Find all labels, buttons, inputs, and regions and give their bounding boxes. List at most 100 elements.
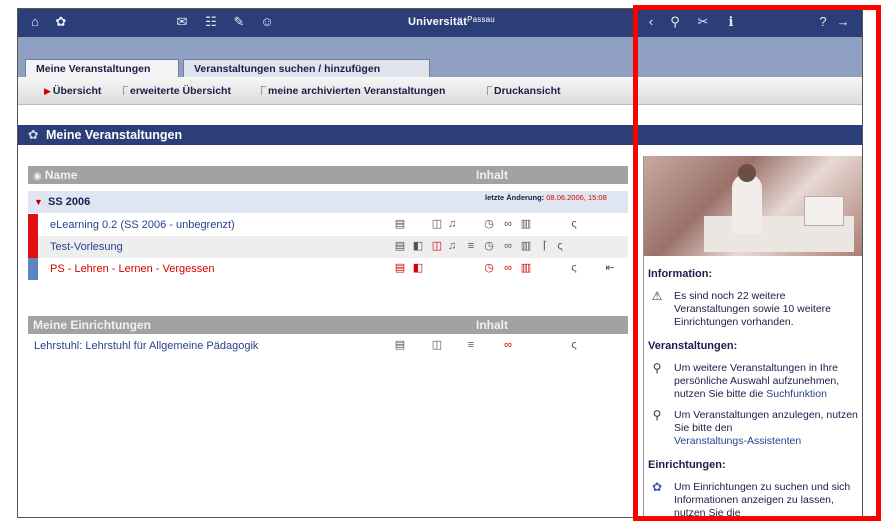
course-link[interactable]: PS - Lehren - Lernen - Vergessen	[50, 263, 214, 275]
course-color-bar	[28, 236, 38, 258]
subnav-overview-label: Übersicht	[52, 85, 102, 97]
subnav-print-view[interactable]: Druckansicht	[487, 85, 561, 97]
app-title-main: Universität	[408, 16, 468, 28]
news-icon[interactable]: ◫	[431, 218, 443, 230]
participants-icon[interactable]: ∞	[502, 339, 514, 351]
app-title-sub: Passau	[467, 15, 495, 24]
column-header-institutions: Meine Einrichtungen	[33, 318, 152, 332]
document-icon[interactable]: ▤	[394, 339, 406, 351]
table-row: Lehrstuhl: Lehrstuhl für Allgemeine Päda…	[28, 335, 628, 357]
photo-person	[732, 174, 762, 234]
courses-table-header: ◉ Name Inhalt	[28, 166, 628, 184]
information-text: Es sind noch 22 weitere Veranstaltungen …	[674, 290, 832, 328]
page-icon	[487, 86, 492, 95]
table-row: Test-Vorlesung ▤ ◧ ◫ ♫ ≡ ◷ ∞ ▥ ⌈ ς	[28, 236, 628, 258]
top-toolbar: ⌂ ✿ ✉ ☷ ✎ ☺ UniversitätPassau ‹ ⚲ ✂ ℹ ? …	[18, 9, 862, 37]
sort-icon[interactable]: ◉	[33, 171, 42, 182]
list-icon[interactable]: ≡	[465, 240, 477, 252]
course-assistant-link[interactable]: Veranstaltungs-Assistenten	[674, 435, 801, 447]
course-link[interactable]: Test-Vorlesung	[50, 241, 123, 253]
literature-icon[interactable]: ⌈	[539, 240, 551, 252]
column-header-name[interactable]: Name	[45, 168, 78, 182]
institutions-text: Um Einrichtungen zu suchen und sich Info…	[674, 481, 851, 518]
table-row: eLearning 0.2 (SS 2006 - unbegrenzt) ▤ ◫…	[28, 214, 628, 236]
courses-icon: ✿	[28, 128, 39, 142]
photo-head	[738, 164, 756, 182]
sidebar-information-item: ⚠ Es sind noch 22 weitere Veranstaltunge…	[648, 290, 862, 330]
more-icon[interactable]: ς	[568, 262, 580, 274]
table-row: PS - Lehren - Lernen - Vergessen ▤ ◧ ◷ ∞…	[28, 258, 628, 280]
more-icon[interactable]: ς	[568, 218, 580, 230]
course-link[interactable]: eLearning 0.2 (SS 2006 - unbegrenzt)	[50, 219, 235, 231]
sidebar-heading-institutions: Einrichtungen:	[648, 459, 726, 471]
browser-frame: ⌂ ✿ ✉ ☷ ✎ ☺ UniversitätPassau ‹ ⚲ ✂ ℹ ? …	[17, 8, 863, 518]
clock-icon[interactable]: ◷	[483, 218, 495, 230]
list-icon[interactable]: ≡	[465, 339, 477, 351]
last-change-label: letzte Änderung:	[485, 193, 545, 202]
subnav-print-label: Druckansicht	[494, 85, 561, 97]
page-icon	[123, 86, 128, 95]
magnifier-icon: ⚲	[652, 361, 662, 375]
semester-label: SS 2006	[48, 196, 91, 208]
participants-icon[interactable]: ∞	[502, 262, 514, 274]
forum-icon[interactable]: ♫	[446, 240, 458, 252]
search-icon[interactable]: ⚲	[668, 15, 682, 29]
assistant-hint-text: Um Veranstaltungen anzulegen, nutzen Sie…	[674, 409, 858, 434]
page-title: ✿ Meine Veranstaltungen	[18, 125, 862, 145]
info-sidebar: Information: ⚠ Es sind noch 22 weitere V…	[643, 156, 862, 518]
clock-icon[interactable]: ◷	[483, 262, 495, 274]
search-function-link[interactable]: Suchfunktion	[766, 388, 827, 400]
subnav-extended-overview[interactable]: erweiterte Übersicht	[123, 85, 231, 97]
subnav-archived-label: meine archivierten Veranstaltungen	[268, 85, 446, 97]
tab-bar: Meine Veranstaltungen Veranstaltungen su…	[18, 57, 862, 79]
schedule-icon[interactable]: ▥	[520, 262, 532, 274]
user-icon[interactable]: ☺	[260, 15, 274, 29]
schedule-icon[interactable]: ▥	[520, 240, 532, 252]
schedule-icon[interactable]: ▥	[520, 218, 532, 230]
clock-icon[interactable]: ◷	[483, 240, 495, 252]
folder-icon[interactable]: ◧	[412, 240, 424, 252]
last-change-value: 08.06.2006, 15:08	[546, 193, 607, 202]
column-header-content: Inhalt	[476, 318, 508, 332]
semester-row[interactable]: ▼ SS 2006 letzte Änderung: 08.06.2006, 1…	[28, 191, 628, 213]
chat-icon[interactable]: ✎	[232, 15, 246, 29]
tab-my-courses[interactable]: Meine Veranstaltungen	[25, 59, 179, 79]
warning-icon: ⚠	[651, 289, 663, 303]
document-icon[interactable]: ▤	[394, 262, 406, 274]
folder-icon[interactable]: ◧	[412, 262, 424, 274]
wizard-magnifier-icon: ⚲	[652, 408, 662, 422]
home-icon[interactable]: ⌂	[28, 15, 42, 29]
news-icon[interactable]: ◫	[431, 339, 443, 351]
participants-icon[interactable]: ∞	[502, 218, 514, 230]
document-icon[interactable]: ▤	[394, 218, 406, 230]
more-icon[interactable]: ς	[554, 240, 566, 252]
document-icon[interactable]: ▤	[394, 240, 406, 252]
help-icon[interactable]: ?	[816, 15, 830, 29]
subnav-overview[interactable]: ▶ Übersicht	[44, 85, 101, 97]
mail-icon[interactable]: ✉	[175, 15, 189, 29]
active-triangle-icon: ▶	[44, 86, 51, 96]
sidebar-institutions-item: ✿ Um Einrichtungen zu suchen und sich In…	[648, 481, 862, 518]
tools-icon[interactable]: ✂	[696, 15, 710, 29]
collapse-triangle-icon[interactable]: ▼	[34, 197, 43, 207]
sub-navigation: ▶ Übersicht erweiterte Übersicht meine ar…	[18, 77, 862, 105]
subnav-archived-courses[interactable]: meine archivierten Veranstaltungen	[261, 85, 445, 97]
search-hint: Um weitere Veranstaltungen in Ihre persö…	[674, 362, 860, 401]
more-icon[interactable]: ς	[568, 339, 580, 351]
institution-link[interactable]: Lehrstuhl: Lehrstuhl für Allgemeine Päda…	[34, 340, 258, 352]
info-icon[interactable]: ℹ	[724, 15, 738, 29]
logout-icon[interactable]: →	[836, 15, 850, 29]
tab-search-courses[interactable]: Veranstaltungen suchen / hinzufügen	[183, 59, 430, 79]
news-icon[interactable]: ◫	[431, 240, 443, 252]
gear-icon[interactable]: ✿	[54, 15, 68, 29]
assistant-hint: Um Veranstaltungen anzulegen, nutzen Sie…	[674, 409, 860, 448]
sidebar-heading-courses: Veranstaltungen:	[648, 340, 738, 352]
photo-monitor	[804, 196, 844, 226]
contacts-icon[interactable]: ☷	[204, 15, 218, 29]
leave-course-icon[interactable]: ⇤	[604, 262, 616, 274]
participants-icon[interactable]: ∞	[502, 240, 514, 252]
sidebar-heading-information: Information:	[648, 268, 713, 280]
arrow-icon[interactable]: ‹	[644, 15, 658, 29]
forum-icon[interactable]: ♫	[446, 218, 458, 230]
column-header-content: Inhalt	[476, 168, 508, 182]
